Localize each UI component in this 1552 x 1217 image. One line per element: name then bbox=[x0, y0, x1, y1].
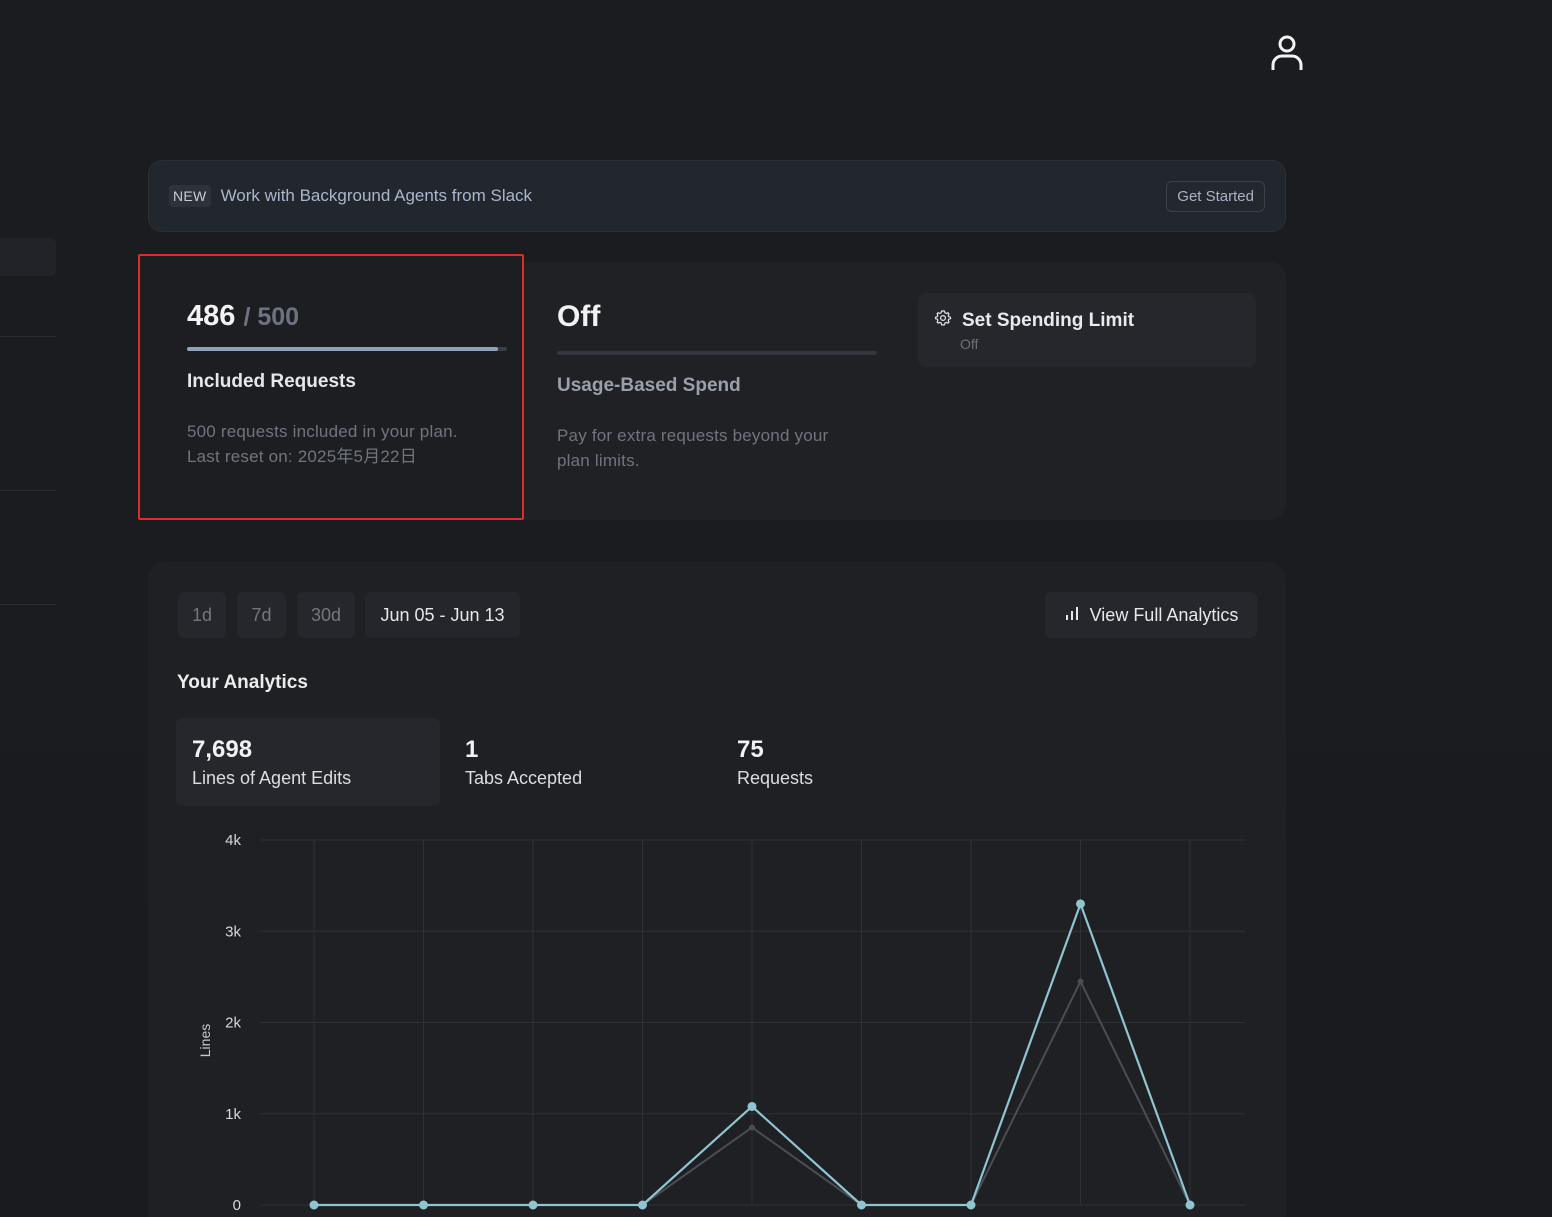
data-point bbox=[747, 1101, 757, 1111]
data-point bbox=[749, 1124, 755, 1131]
data-point bbox=[419, 1200, 428, 1210]
analytics-title: Your Analytics bbox=[177, 672, 308, 693]
range-30d-button[interactable]: 30d bbox=[297, 592, 355, 638]
metric-value: 1 bbox=[465, 736, 479, 763]
bar-chart-icon bbox=[1064, 605, 1080, 626]
range-7d-button[interactable]: 7d bbox=[237, 592, 286, 638]
metric-lines-agent-edits[interactable]: 7,698 Lines of Agent Edits bbox=[176, 718, 440, 806]
data-point bbox=[1185, 1200, 1195, 1210]
metric-value: 7,698 bbox=[192, 736, 253, 763]
included-requests-desc: 500 requests included in your plan. Last… bbox=[187, 419, 507, 469]
usage-status: Off bbox=[557, 300, 601, 333]
data-point bbox=[966, 1200, 976, 1210]
usage-desc-line: plan limits. bbox=[557, 451, 640, 470]
y-axis-title: Lines bbox=[197, 1024, 213, 1057]
view-full-analytics-label: View Full Analytics bbox=[1089, 604, 1239, 625]
sidebar-divider bbox=[0, 336, 56, 337]
data-point bbox=[1076, 899, 1085, 909]
set-spending-limit-button[interactable]: Set Spending Limit Off bbox=[918, 293, 1256, 367]
new-badge: NEW bbox=[169, 185, 211, 207]
sidebar-item-active[interactable] bbox=[0, 238, 56, 276]
y-tick-label: 0 bbox=[233, 1197, 241, 1214]
page: NEW Work with Background Agents from Sla… bbox=[0, 0, 1552, 1217]
included-requests-card: 486 / 500 Included Requests 500 requests… bbox=[187, 300, 507, 469]
date-range-picker[interactable]: Jun 05 - Jun 13 bbox=[365, 592, 520, 638]
sidebar-divider bbox=[0, 490, 56, 491]
usage-desc-line: Pay for extra requests beyond your bbox=[557, 426, 829, 445]
data-point bbox=[1077, 978, 1084, 985]
announcement-banner: NEW Work with Background Agents from Sla… bbox=[148, 160, 1286, 232]
included-desc-line: 500 requests included in your plan. bbox=[187, 422, 458, 441]
spending-limit-status: Off bbox=[960, 336, 979, 352]
metric-tabs-accepted[interactable]: 1 Tabs Accepted bbox=[449, 718, 713, 806]
y-tick-label: 3k bbox=[225, 923, 241, 940]
y-tick-label: 2k bbox=[225, 1015, 241, 1032]
gear-icon bbox=[934, 309, 952, 332]
metric-value: 75 bbox=[737, 736, 764, 763]
y-tick-label: 4k bbox=[225, 832, 241, 849]
banner-text[interactable]: Work with Background Agents from Slack bbox=[221, 186, 533, 206]
metric-requests[interactable]: 75 Requests bbox=[721, 718, 985, 806]
requests-progress-bar bbox=[187, 347, 507, 351]
requests-count: 486 / 500 bbox=[187, 300, 507, 333]
y-tick-label: 1k bbox=[225, 1106, 241, 1123]
metric-label: Tabs Accepted bbox=[465, 768, 583, 788]
get-started-button[interactable]: Get Started bbox=[1166, 180, 1265, 212]
lines-chart: 0 1k 2k 3k 4k Lines bbox=[197, 832, 1245, 1214]
data-point bbox=[857, 1200, 866, 1210]
left-rail bbox=[0, 0, 56, 1217]
requests-progress-fill bbox=[187, 347, 499, 351]
data-point bbox=[528, 1200, 538, 1210]
sidebar-divider bbox=[0, 604, 56, 605]
usage-spend-desc: Pay for extra requests beyond your plan … bbox=[557, 423, 877, 473]
view-full-analytics-button[interactable]: View Full Analytics bbox=[1045, 592, 1257, 638]
spending-limit-title: Set Spending Limit bbox=[962, 309, 1135, 331]
usage-spend-title: Usage-Based Spend bbox=[557, 375, 741, 396]
last-reset-line: Last reset on: 2025年5月22日 bbox=[187, 447, 417, 466]
metric-label: Requests bbox=[737, 768, 814, 788]
requests-total: / 500 bbox=[243, 303, 300, 331]
data-point bbox=[309, 1200, 319, 1210]
usage-based-spend-card: Off Usage-Based Spend Pay for extra requ… bbox=[557, 300, 877, 473]
metric-label: Lines of Agent Edits bbox=[192, 768, 352, 788]
usage-progress-bar bbox=[557, 351, 877, 355]
data-point bbox=[638, 1200, 647, 1210]
range-1d-button[interactable]: 1d bbox=[178, 592, 226, 638]
requests-used: 486 bbox=[187, 300, 236, 332]
user-account-icon[interactable] bbox=[1266, 32, 1308, 74]
included-requests-title: Included Requests bbox=[187, 371, 356, 392]
